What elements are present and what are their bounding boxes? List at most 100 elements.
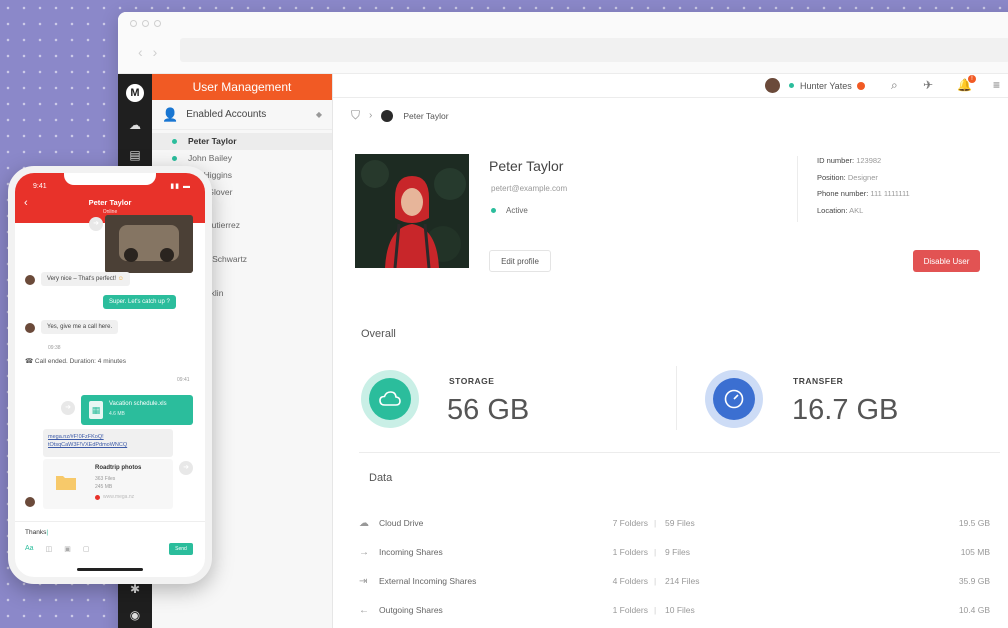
online-status-dot — [172, 155, 177, 161]
signal-battery-icon: ▮▮ ▬ — [170, 183, 191, 190]
overall-title: Overall — [361, 328, 396, 340]
transfer-gauge-icon — [713, 378, 755, 420]
camera-icon[interactable]: ◫ — [46, 545, 53, 553]
file-name: Vacation schedule.xls — [109, 401, 167, 407]
data-row-separator: | — [654, 605, 657, 615]
status-text: Active — [506, 206, 528, 215]
data-row-name: External Incoming Shares — [379, 576, 477, 586]
transfer-label: TRANSFER — [793, 376, 844, 386]
cloud-icon: ☁ — [359, 517, 369, 529]
account-menu[interactable]: Hunter Yates — [765, 78, 865, 93]
rocket-icon[interactable]: ✈ — [923, 78, 933, 92]
attachment-icon[interactable]: ▢ — [83, 545, 90, 553]
app-body: M ☁ ▤ ✱ ◉ User Management 👤 Enabled Acco… — [118, 74, 1008, 628]
folder-link-card[interactable]: Roadtrip photos 363 Files 245 MB www.meg… — [43, 459, 173, 509]
chevron-updown-icon: ◆ — [315, 110, 322, 119]
message-input[interactable]: Thanks| — [25, 529, 48, 536]
help-icon[interactable]: ◉ — [126, 606, 144, 624]
forward-icon[interactable]: ➜ — [89, 217, 103, 231]
data-row[interactable]: → Incoming Shares 1 Folders | 9 Files 105 MB — [359, 543, 990, 561]
data-row-folders: 1 Folders — [612, 605, 648, 615]
photos-icon[interactable]: ▤ — [126, 146, 144, 164]
close-window-button[interactable] — [130, 20, 137, 27]
menu-icon[interactable]: ≡ — [993, 78, 1000, 92]
breadcrumb-avatar — [381, 109, 394, 122]
image-icon[interactable]: ▣ — [64, 545, 71, 553]
section-divider — [359, 452, 1000, 453]
folder-title: Roadtrip photos — [95, 465, 142, 471]
account-name: Hunter Yates — [800, 80, 852, 91]
file-attachment[interactable]: ▦ Vacation schedule.xls 4.6 MB — [81, 395, 193, 425]
address-bar[interactable] — [180, 38, 1008, 62]
sidebar-user-name: John Bailey — [188, 153, 232, 164]
shared-link[interactable]: mega.nz/#F!0FzFKoQ! tOtsqCaW3F!VXEdPdmoW… — [43, 429, 173, 457]
folder-source: www.mega.nz — [95, 494, 134, 500]
main-panel: Hunter Yates ⌕ ✈ 🔔! ≡ ⛉ › Peter Taylor P… — [333, 74, 1008, 628]
data-row[interactable]: ☁ Cloud Drive 7 Folders | 59 Files 19.5 GB — [359, 514, 990, 532]
cloud-icon[interactable]: ☁ — [126, 116, 144, 134]
forward-icon[interactable]: ➜ — [61, 401, 75, 415]
detail-location: Location: AKL — [817, 205, 864, 215]
top-bar: Hunter Yates ⌕ ✈ 🔔! ≡ — [333, 74, 1008, 98]
forward-icon[interactable]: ➜ — [179, 461, 193, 475]
message-incoming-1: Very nice – That's perfect! ☺ — [41, 272, 130, 286]
data-row[interactable]: ← Outgoing Shares 1 Folders | 10 Files 10.4 G… — [359, 601, 990, 619]
sidebar-user-item[interactable]: John Bailey — [152, 150, 332, 167]
edit-profile-button[interactable]: Edit profile — [489, 250, 551, 272]
notification-badge: ! — [967, 75, 976, 83]
data-row-size: 35.9 GB — [958, 576, 990, 586]
data-title: Data — [369, 472, 393, 484]
phone-notch — [64, 173, 156, 185]
phone-time: 9:41 — [33, 183, 47, 190]
nav-arrows[interactable]: ‹› — [138, 44, 167, 60]
minimize-window-button[interactable] — [142, 20, 149, 27]
data-row-name: Incoming Shares — [379, 547, 443, 557]
avatar — [765, 78, 780, 93]
data-row-folders: 4 Folders — [612, 576, 648, 586]
timestamp-1: 09:38 — [48, 345, 61, 351]
enabled-accounts-dropdown[interactable]: 👤 Enabled Accounts ◆ — [152, 100, 332, 130]
folder-size: 245 MB — [95, 484, 113, 490]
storage-value: 56 GB — [447, 394, 530, 426]
disable-user-button[interactable]: Disable User — [913, 250, 980, 272]
maximize-window-button[interactable] — [154, 20, 161, 27]
online-status-dot — [172, 138, 177, 144]
folder-icon — [56, 476, 76, 490]
data-row-name: Cloud Drive — [379, 518, 424, 528]
profile-details: ID number: 123982 Position: Designer Pho… — [797, 156, 910, 222]
mega-logo-icon[interactable]: M — [126, 84, 144, 102]
breadcrumb: ⛉ › Peter Taylor — [351, 108, 449, 123]
send-button[interactable]: Send — [169, 543, 193, 555]
text-format-icon[interactable]: Aa — [25, 545, 34, 553]
detail-phone: Phone number: 111 1111111 — [817, 189, 910, 198]
transfer-circle — [705, 370, 763, 428]
home-indicator — [77, 568, 143, 571]
detail-id: ID number: 123982 — [817, 156, 882, 165]
search-icon[interactable]: ⌕ — [891, 78, 898, 93]
composer-tools: Aa ◫ ▣ ▢ — [25, 545, 89, 553]
data-row-files: 10 Files — [665, 605, 695, 615]
detail-position: Position: Designer — [817, 172, 878, 182]
message-outgoing-1: Super. Let's catch up ? — [103, 295, 176, 309]
message-incoming-2: Yes, give me a call here. — [41, 320, 119, 334]
contact-avatar — [25, 497, 35, 507]
phone-hangup-icon: ☎ — [25, 358, 34, 365]
shield-icon[interactable]: ⛉ — [351, 108, 360, 123]
data-row-name: Outgoing Shares — [379, 605, 443, 615]
sidebar-user-name: Peter Taylor — [188, 136, 237, 147]
shared-photo[interactable] — [105, 215, 193, 273]
data-row-separator: | — [654, 518, 657, 528]
notifications-icon[interactable]: 🔔! — [957, 75, 976, 92]
browser-chrome: ‹› — [118, 12, 1008, 74]
data-row-files: 9 Files — [665, 547, 691, 557]
profile-email: petert@example.com — [491, 184, 568, 193]
data-row[interactable]: ⇥ External Incoming Shares 4 Folders | 214 F… — [359, 572, 990, 590]
data-row-size: 19.5 GB — [958, 518, 990, 528]
storage-label: STORAGE — [449, 376, 495, 386]
transfer-value: 16.7 GB — [792, 394, 899, 426]
storage-circle — [361, 370, 419, 428]
contact-avatar — [25, 275, 35, 285]
data-row-separator: | — [654, 547, 657, 557]
sidebar-user-item[interactable]: Peter Taylor — [152, 133, 332, 150]
smile-emoji-icon: ☺ — [117, 276, 124, 282]
